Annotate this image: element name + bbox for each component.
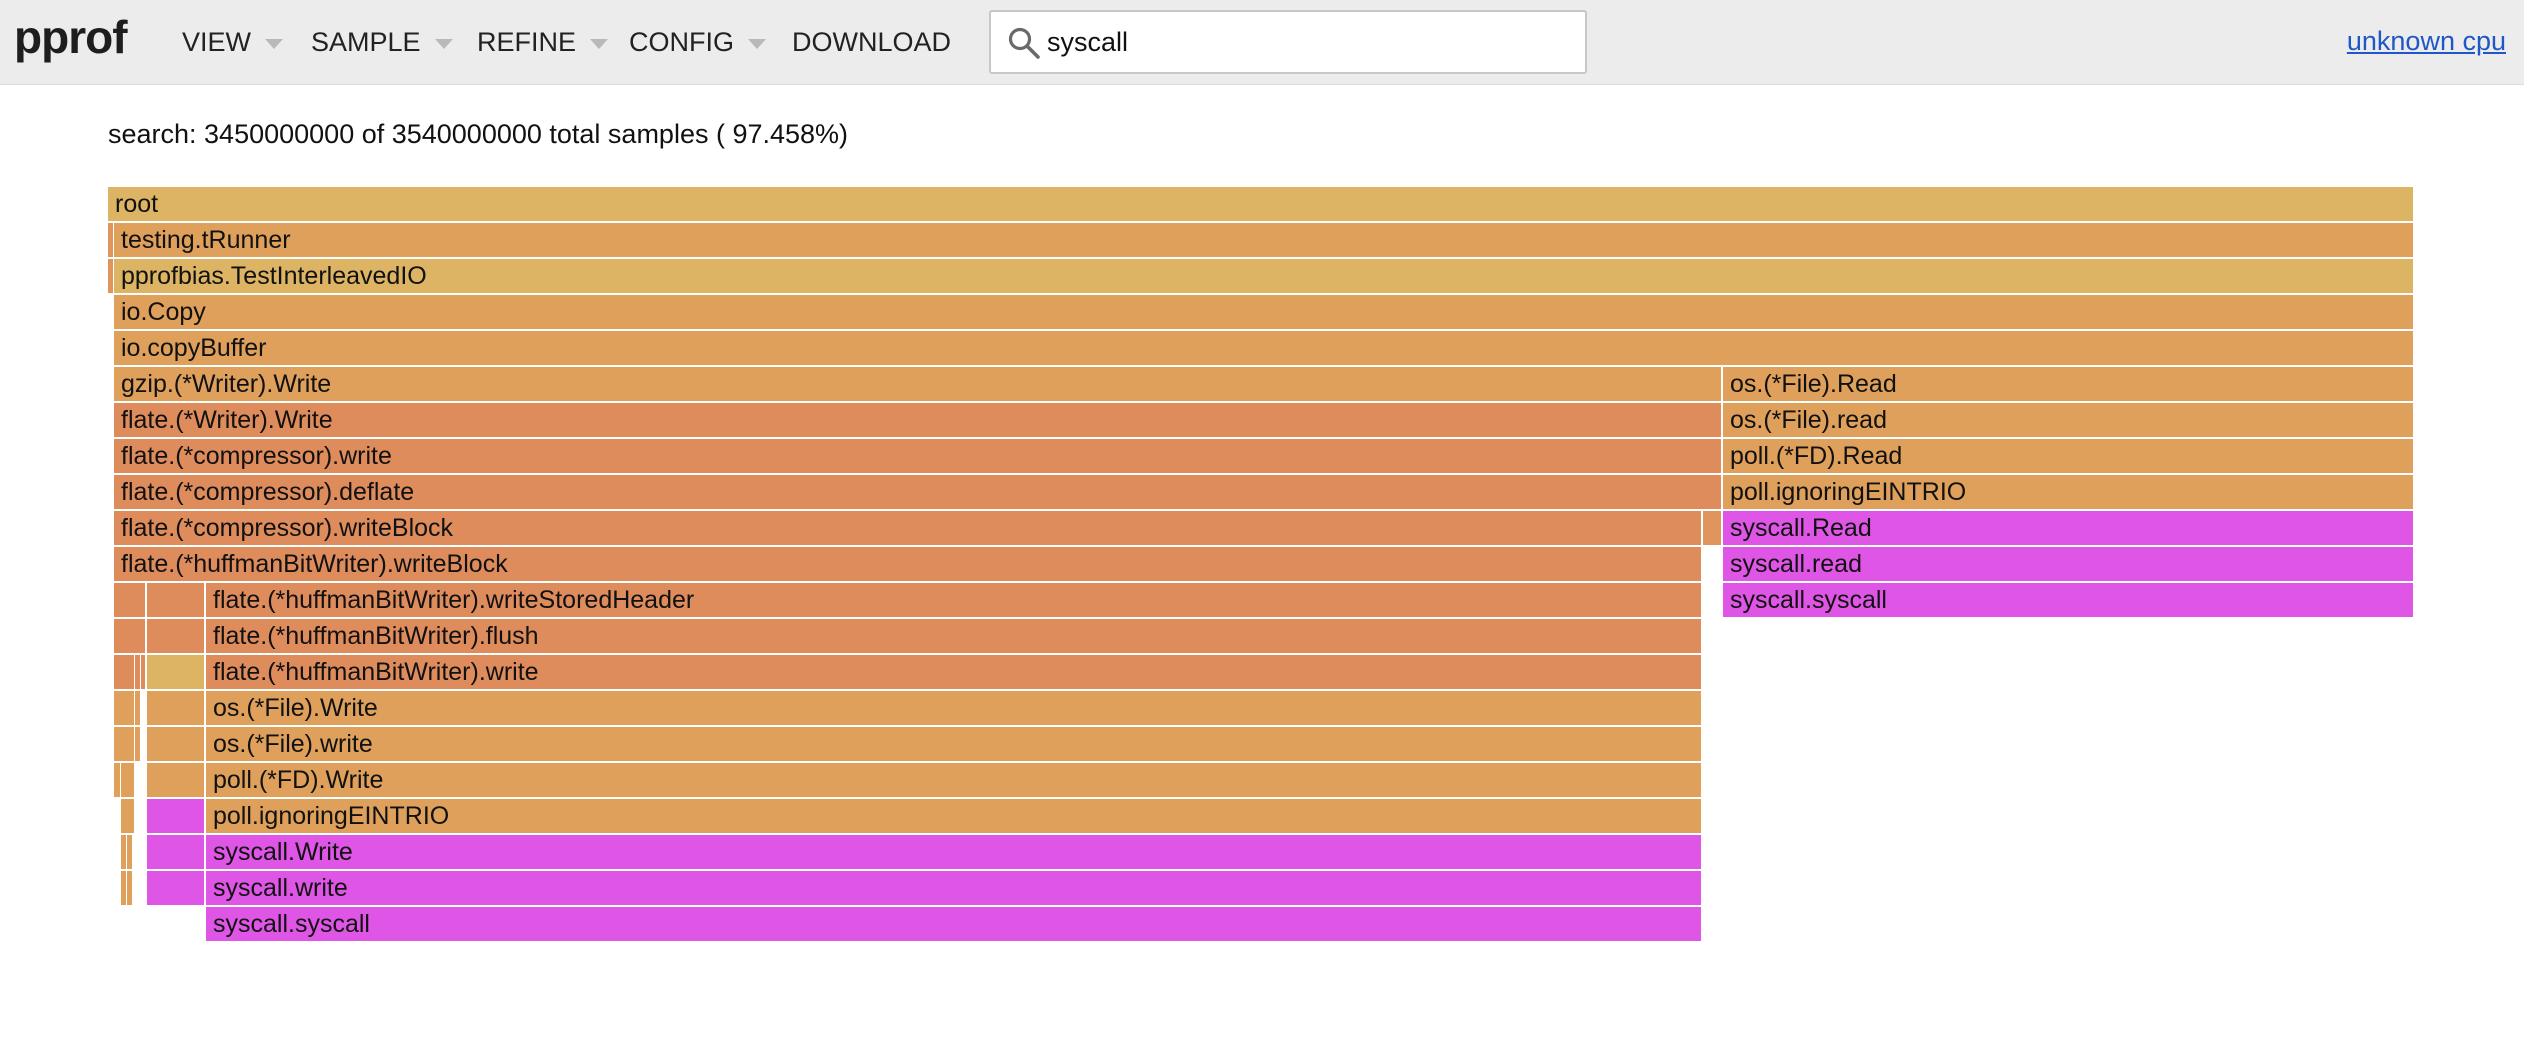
menu-sample-label: SAMPLE	[311, 27, 421, 57]
pprof-logo: pprof	[14, 11, 128, 63]
flame-frame[interactable]: os.(*File).write	[206, 727, 1701, 761]
toolbar: pprof VIEW SAMPLE REFINE CONFIG DOWNLOAD…	[0, 0, 2524, 85]
flame-frame[interactable]: os.(*File).Read	[1723, 367, 2413, 401]
search-summary: search: 3450000000 of 3540000000 total s…	[108, 119, 849, 149]
flame-frame[interactable]: poll.ignoringEINTRIO	[206, 799, 1701, 833]
flame-frame[interactable]	[135, 727, 140, 761]
flame-frame[interactable]	[1703, 511, 1721, 545]
flame-frame[interactable]: flate.(*Writer).Write	[114, 403, 1721, 437]
flame-frame[interactable]	[127, 835, 132, 869]
search-icon	[1008, 27, 1040, 59]
flame-frame[interactable]	[147, 835, 204, 869]
flame-frame[interactable]	[135, 691, 140, 725]
flame-frame[interactable]	[108, 223, 113, 257]
flame-frame[interactable]	[121, 871, 126, 905]
flame-frame[interactable]: flate.(*compressor).writeBlock	[114, 511, 1701, 545]
flame-frame[interactable]	[108, 259, 113, 293]
flame-frame[interactable]: syscall.read	[1723, 547, 2413, 581]
chevron-down-icon	[590, 38, 609, 49]
flame-frame[interactable]	[141, 655, 145, 689]
flame-frame[interactable]: flate.(*compressor).deflate	[114, 475, 1721, 509]
flame-frame[interactable]	[147, 619, 204, 653]
flame-frame[interactable]	[147, 763, 204, 797]
flame-frame[interactable]: syscall.Write	[206, 835, 1701, 869]
flame-frame[interactable]: syscall.Read	[1723, 511, 2413, 545]
menu-download[interactable]: DOWNLOAD	[792, 0, 951, 85]
menu-refine-label: REFINE	[477, 27, 577, 57]
flame-frame[interactable]	[114, 727, 134, 761]
flame-frame[interactable]	[114, 583, 145, 617]
flame-frame[interactable]	[114, 691, 134, 725]
flame-frame[interactable]	[114, 655, 134, 689]
flame-frame[interactable]: syscall.syscall	[1723, 583, 2413, 617]
unknown-cpu-link[interactable]: unknown cpu	[2347, 26, 2506, 57]
menu-config[interactable]: CONFIG	[629, 0, 766, 85]
flame-frame[interactable]	[127, 871, 132, 905]
flame-frame[interactable]	[147, 655, 204, 689]
menu-config-label: CONFIG	[629, 27, 734, 57]
flame-frame[interactable]	[147, 799, 204, 833]
chevron-down-icon	[265, 38, 284, 49]
flame-frame[interactable]: syscall.syscall	[206, 907, 1701, 941]
search-input[interactable]	[1047, 20, 1567, 64]
menu-sample[interactable]: SAMPLE	[311, 0, 453, 85]
flame-frame[interactable]	[114, 763, 120, 797]
flame-frame[interactable]	[147, 871, 204, 905]
flame-frame[interactable]: root	[108, 187, 2413, 221]
chevron-down-icon	[748, 38, 766, 49]
menu-view-label: VIEW	[182, 27, 252, 57]
menu-view[interactable]: VIEW	[182, 0, 284, 85]
flame-frame[interactable]: os.(*File).read	[1723, 403, 2413, 437]
search-box	[989, 10, 1587, 74]
flame-frame[interactable]	[114, 619, 145, 653]
flame-frame[interactable]	[121, 763, 134, 797]
flame-frame[interactable]	[121, 835, 126, 869]
flame-frame[interactable]: flate.(*huffmanBitWriter).writeStoredHea…	[206, 583, 1701, 617]
flame-frame[interactable]: pprofbias.TestInterleavedIO	[114, 259, 2413, 293]
menu-download-label: DOWNLOAD	[792, 27, 952, 57]
flame-frame[interactable]: flate.(*huffmanBitWriter).write	[206, 655, 1701, 689]
flame-frame[interactable]	[147, 727, 204, 761]
flame-frame[interactable]: poll.(*FD).Write	[206, 763, 1701, 797]
flame-frame[interactable]	[121, 799, 134, 833]
flame-frame[interactable]	[147, 691, 204, 725]
flame-frame[interactable]: flate.(*huffmanBitWriter).flush	[206, 619, 1701, 653]
flame-frame[interactable]: io.Copy	[114, 295, 2413, 329]
flame-frame[interactable]	[147, 583, 204, 617]
chevron-down-icon	[434, 38, 453, 49]
menu-refine[interactable]: REFINE	[477, 0, 609, 85]
flame-frame[interactable]: flate.(*compressor).write	[114, 439, 1721, 473]
flame-frame[interactable]: poll.(*FD).Read	[1723, 439, 2413, 473]
flame-frame[interactable]: os.(*File).Write	[206, 691, 1701, 725]
flame-frame[interactable]	[135, 655, 140, 689]
flame-frame[interactable]: syscall.write	[206, 871, 1701, 905]
flame-frame[interactable]: testing.tRunner	[114, 223, 2413, 257]
flame-frame[interactable]: flate.(*huffmanBitWriter).writeBlock	[114, 547, 1701, 581]
flame-frame[interactable]: gzip.(*Writer).Write	[114, 367, 1721, 401]
flame-frame[interactable]: poll.ignoringEINTRIO	[1723, 475, 2413, 509]
flame-frame[interactable]: io.copyBuffer	[114, 331, 2413, 365]
